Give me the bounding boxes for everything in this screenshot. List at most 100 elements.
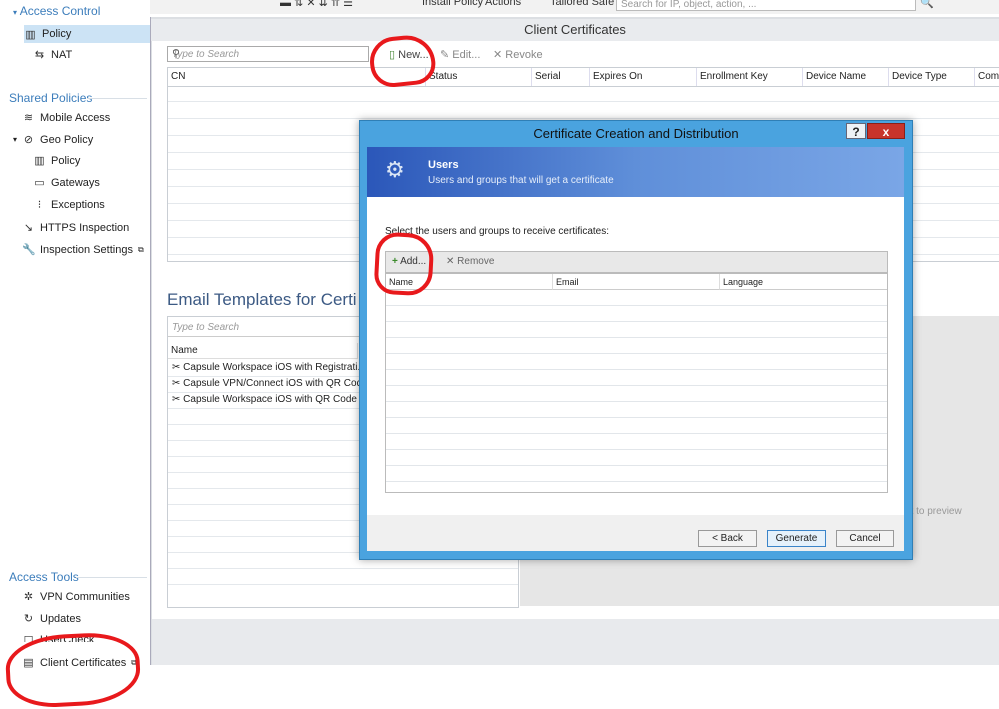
exceptions-icon: ⁝ <box>37 199 42 211</box>
column-header-language[interactable]: Language <box>720 274 887 290</box>
close-icon: ✕ <box>446 256 455 267</box>
template-icon: ✂ <box>172 362 181 373</box>
certificates-toolbar: Type to Search ⚲ ▯ New... ✎ Edit... ✕ Re… <box>167 44 999 66</box>
back-button[interactable]: < Back <box>698 530 757 547</box>
email-templates-title: Email Templates for Certi <box>167 290 357 309</box>
users-toolbar: + Add... ✕ Remove <box>385 251 888 273</box>
wifi-icon: ≋ <box>23 112 34 124</box>
nat-icon: ⇆ <box>34 49 45 61</box>
column-header-enrollment-key[interactable]: Enrollment Key <box>697 68 803 86</box>
access-control-header[interactable]: ▾ Access Control <box>13 4 100 18</box>
updates-icon: ↻ <box>23 613 34 625</box>
table-row <box>168 101 999 102</box>
template-icon: ✂ <box>172 394 181 405</box>
table-row <box>168 118 999 119</box>
policy-icon: ▥ <box>25 28 36 41</box>
close-icon: ✕ <box>493 49 503 61</box>
install-policy-button[interactable]: Install Policy <box>422 0 483 8</box>
geo-icon: ⊘ <box>23 134 34 146</box>
sidebar-item-geo-policy[interactable]: ▾ ⊘ Geo Policy <box>13 133 93 147</box>
table-row <box>386 465 887 466</box>
access-tools-header: Access Tools <box>9 570 79 584</box>
sidebar-item-mobile-access[interactable]: ≋ Mobile Access <box>22 111 110 125</box>
https-icon: ↘ <box>23 222 34 234</box>
sidebar-item-https-inspection[interactable]: ↘ HTTPS Inspection <box>22 221 129 235</box>
sidebar: ▾ Access Control ▥ Policy ⇆ NAT Shared P… <box>0 0 150 705</box>
wizard-banner: ⚙ Users Users and groups that will get a… <box>367 147 904 197</box>
status-strip <box>152 619 999 665</box>
top-toolbar: ▬ ⇅ ✕ ⇊ ⇈ ☰ Install Policy Actions Tailo… <box>150 0 999 14</box>
divider <box>168 568 518 569</box>
column-header-name[interactable]: Name <box>168 343 358 359</box>
divider <box>168 86 999 87</box>
list-item[interactable]: ✂ Capsule Workspace iOS with Registrati.… <box>172 362 366 373</box>
policy-icon: ▥ <box>34 155 45 167</box>
wrench-icon: 🔧 <box>22 244 36 256</box>
sidebar-item-inspection-settings[interactable]: 🔧 Inspection Settings ⧉ <box>22 243 144 257</box>
vpn-icon: ✲ <box>23 591 34 603</box>
pencil-icon: ✎ <box>440 49 450 61</box>
certificate-creation-dialog: Certificate Creation and Distribution ? … <box>359 120 913 560</box>
dialog-title: Certificate Creation and Distribution <box>533 126 739 141</box>
table-row <box>386 481 887 482</box>
revoke-button[interactable]: ✕ Revoke <box>493 48 543 61</box>
table-row <box>386 417 887 418</box>
column-header-serial[interactable]: Serial <box>532 68 590 86</box>
sidebar-item-updates[interactable]: ↻ Updates <box>22 612 81 626</box>
sidebar-item-policy[interactable]: ▥ Policy <box>24 25 150 43</box>
users-table: Name Email Language <box>385 273 888 493</box>
sidebar-item-exceptions[interactable]: ⁝ Exceptions <box>33 198 105 212</box>
toolbar-icons[interactable]: ▬ ⇅ ✕ ⇊ ⇈ ☰ <box>280 0 353 9</box>
column-header-device-type[interactable]: Device Type <box>889 68 975 86</box>
table-row <box>386 305 887 306</box>
remove-button[interactable]: ✕ Remove <box>446 256 494 267</box>
divider <box>76 577 147 578</box>
gear-icon: ⚙ <box>385 157 405 182</box>
search-icon[interactable]: 🔍 <box>920 0 934 9</box>
column-header-expires-on[interactable]: Expires On <box>590 68 697 86</box>
global-search-input[interactable]: Search for IP, object, action, ... <box>616 0 916 11</box>
banner-title: Users <box>428 159 459 171</box>
template-icon: ✂ <box>172 378 181 389</box>
table-row <box>386 401 887 402</box>
table-row <box>386 433 887 434</box>
table-row <box>386 337 887 338</box>
column-header-status[interactable]: Status <box>426 68 532 86</box>
search-icon[interactable]: ⚲ <box>172 47 365 60</box>
tailored-safe-button[interactable]: Tailored Safe <box>550 0 614 8</box>
help-button[interactable]: ? <box>846 123 866 139</box>
banner-subtitle: Users and groups that will get a certifi… <box>428 175 614 186</box>
column-header-comments[interactable]: Comm <box>975 68 999 86</box>
external-link-icon: ⧉ <box>137 244 144 254</box>
table-row <box>386 369 887 370</box>
gateway-icon: ▭ <box>34 177 45 189</box>
page-title: Client Certificates <box>151 19 999 41</box>
sidebar-item-gateways[interactable]: ▭ Gateways <box>33 176 100 190</box>
table-row <box>386 353 887 354</box>
table-row <box>386 321 887 322</box>
column-header-email[interactable]: Email <box>553 274 720 290</box>
collapse-icon[interactable]: ▾ <box>13 8 17 17</box>
list-item[interactable]: ✂ Capsule Workspace iOS with QR Code <box>172 394 357 405</box>
actions-menu[interactable]: Actions <box>485 0 521 8</box>
collapse-icon[interactable]: ▾ <box>13 135 17 144</box>
dialog-footer: < Back Generate Cancel <box>367 515 904 551</box>
wizard-content: Select the users and groups to receive c… <box>367 197 904 515</box>
generate-button[interactable]: Generate <box>767 530 826 547</box>
edit-button[interactable]: ✎ Edit... <box>440 48 480 61</box>
column-header-device-name[interactable]: Device Name <box>803 68 889 86</box>
certificates-search-input[interactable]: Type to Search ⚲ <box>167 46 369 62</box>
sidebar-item-geo-policy-policy[interactable]: ▥ Policy <box>33 154 80 168</box>
dialog-body: ⚙ Users Users and groups that will get a… <box>367 147 904 551</box>
annotation-circle-add <box>373 231 435 297</box>
table-row <box>386 385 887 386</box>
cancel-button[interactable]: Cancel <box>836 530 894 547</box>
sidebar-item-vpn-communities[interactable]: ✲ VPN Communities <box>22 590 130 604</box>
divider <box>168 584 518 585</box>
table-row <box>386 449 887 450</box>
list-item[interactable]: ✂ Capsule VPN/Connect iOS with QR Code <box>172 378 368 389</box>
divider <box>87 98 147 99</box>
close-button[interactable]: x <box>867 123 905 139</box>
sidebar-item-nat[interactable]: ⇆ NAT <box>33 48 72 62</box>
shared-policies-header: Shared Policies <box>9 91 93 105</box>
